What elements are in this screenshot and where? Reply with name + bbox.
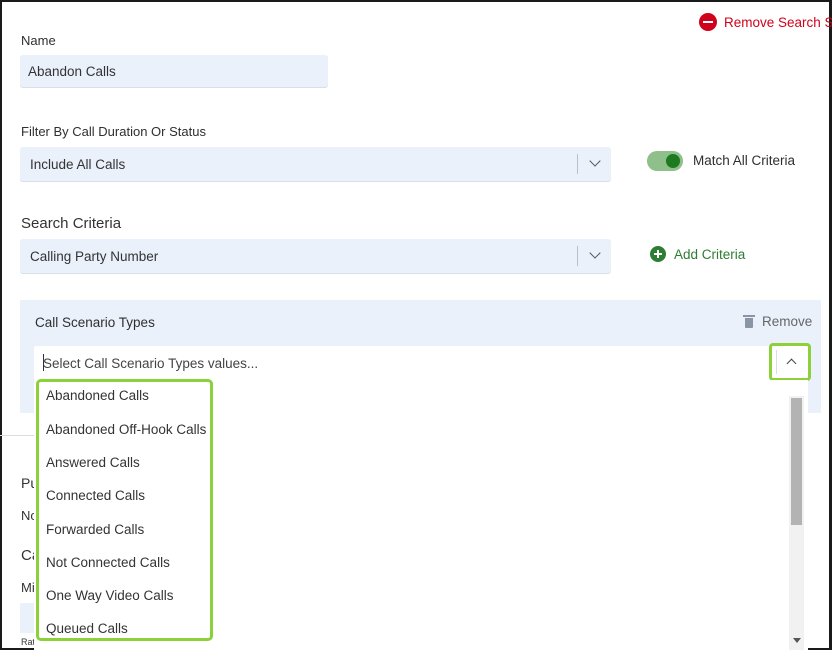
add-criteria-button[interactable]: Add Criteria [650,246,745,262]
background-label: Mi [21,580,35,595]
scroll-down-arrow-icon[interactable] [793,638,801,643]
minus-circle-icon [699,13,717,31]
select-separator [577,154,578,174]
filter-select[interactable]: Include All Calls [20,147,611,181]
toggle-knob [666,154,680,168]
name-input-value: Abandon Calls [28,63,116,79]
section-divider [0,435,34,436]
call-scenario-title: Call Scenario Types [35,315,155,330]
scrollbar-thumb[interactable] [791,398,802,525]
collapse-dropdown-button[interactable] [769,343,811,381]
call-scenario-input[interactable]: Select Call Scenario Types values... [34,346,808,380]
add-criteria-label: Add Criteria [674,246,746,262]
filter-select-value: Include All Calls [30,156,126,172]
remove-search-set-button[interactable]: Remove Search Set [699,13,832,31]
background-field [20,603,34,633]
dropdown-scrollbar[interactable] [789,396,804,650]
match-all-label: Match All Criteria [693,153,796,168]
remove-criteria-button[interactable]: Remove [743,314,813,329]
chevron-down-icon [589,247,601,259]
text-caret [43,354,44,371]
name-input[interactable]: Abandon Calls [20,55,328,87]
background-label: Rat [21,637,36,647]
trash-icon [743,315,755,328]
call-scenario-placeholder: Select Call Scenario Types values... [43,355,259,371]
chevron-down-icon [589,155,601,167]
criteria-select[interactable]: Calling Party Number [20,239,611,273]
search-criteria-title: Search Criteria [21,215,122,232]
name-label: Name [21,33,56,48]
filter-label: Filter By Call Duration Or Status [21,124,206,139]
criteria-select-value: Calling Party Number [30,248,159,264]
match-all-toggle[interactable] [647,151,683,171]
options-highlight-box [36,379,213,641]
select-separator [577,246,578,266]
remove-search-set-label: Remove Search Set [724,14,832,30]
remove-label: Remove [762,314,813,329]
plus-circle-icon [650,246,666,262]
